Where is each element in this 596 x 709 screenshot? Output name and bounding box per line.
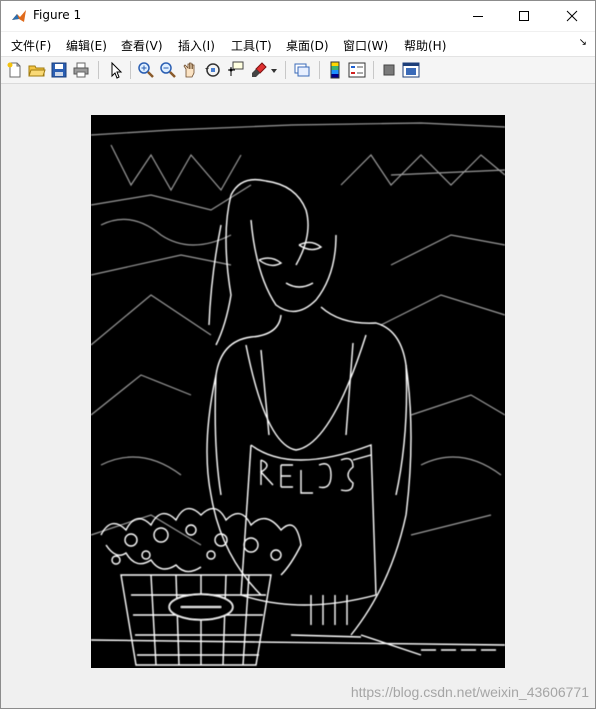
menu-window[interactable]: 窗口(W) [343, 37, 388, 54]
minimize-icon [473, 16, 483, 17]
rotate-3d-icon[interactable] [204, 61, 222, 79]
pan-hand-icon[interactable] [181, 61, 199, 79]
close-button[interactable] [549, 1, 595, 31]
figure-window: Figure 1 文件(F) 编辑(E) 查看(V) 插入(I) 工具(T) 桌… [0, 0, 596, 709]
zoom-out-icon[interactable] [159, 61, 177, 79]
toolbar-separator [319, 61, 320, 79]
minimize-button[interactable] [455, 1, 501, 31]
menu-desktop[interactable]: 桌面(D) [286, 37, 329, 54]
figure-toolbar [1, 57, 595, 84]
brush-icon[interactable] [250, 61, 268, 79]
toolbar-separator [98, 61, 99, 79]
menu-insert[interactable]: 插入(I) [178, 37, 215, 54]
maximize-button[interactable] [501, 1, 547, 31]
show-plot-tools-icon[interactable] [402, 61, 420, 79]
insert-legend-icon[interactable] [348, 61, 366, 79]
menu-tools[interactable]: 工具(T) [231, 37, 272, 54]
menu-bar: 文件(F) 编辑(E) 查看(V) 插入(I) 工具(T) 桌面(D) 窗口(W… [1, 32, 595, 57]
close-icon [566, 10, 578, 22]
save-icon[interactable] [50, 61, 68, 79]
menu-overflow-icon[interactable]: ↘ [579, 37, 587, 48]
brush-dropdown-icon[interactable] [269, 61, 279, 79]
maximize-icon [519, 11, 529, 21]
print-icon[interactable] [72, 61, 90, 79]
menu-file[interactable]: 文件(F) [11, 37, 51, 54]
toolbar-separator [130, 61, 131, 79]
figure-canvas[interactable]: https://blog.csdn.net/weixin_43606771 [2, 84, 595, 708]
window-title: Figure 1 [33, 8, 82, 22]
menu-edit[interactable]: 编辑(E) [66, 37, 107, 54]
new-figure-icon[interactable] [6, 61, 24, 79]
edit-plot-arrow-icon[interactable] [107, 61, 125, 79]
insert-colorbar-icon[interactable] [326, 61, 344, 79]
edge-detected-image[interactable] [91, 115, 505, 668]
toolbar-separator [373, 61, 374, 79]
title-bar[interactable]: Figure 1 [1, 1, 595, 31]
hide-plot-tools-icon[interactable] [380, 61, 398, 79]
watermark-text: https://blog.csdn.net/weixin_43606771 [350, 684, 589, 700]
link-plot-icon[interactable] [293, 61, 311, 79]
menu-view[interactable]: 查看(V) [121, 37, 163, 54]
zoom-in-icon[interactable] [137, 61, 155, 79]
open-file-icon[interactable] [28, 61, 46, 79]
toolbar-separator [285, 61, 286, 79]
data-cursor-icon[interactable] [226, 61, 244, 79]
menu-help[interactable]: 帮助(H) [404, 37, 446, 54]
matlab-logo-icon [11, 8, 27, 24]
